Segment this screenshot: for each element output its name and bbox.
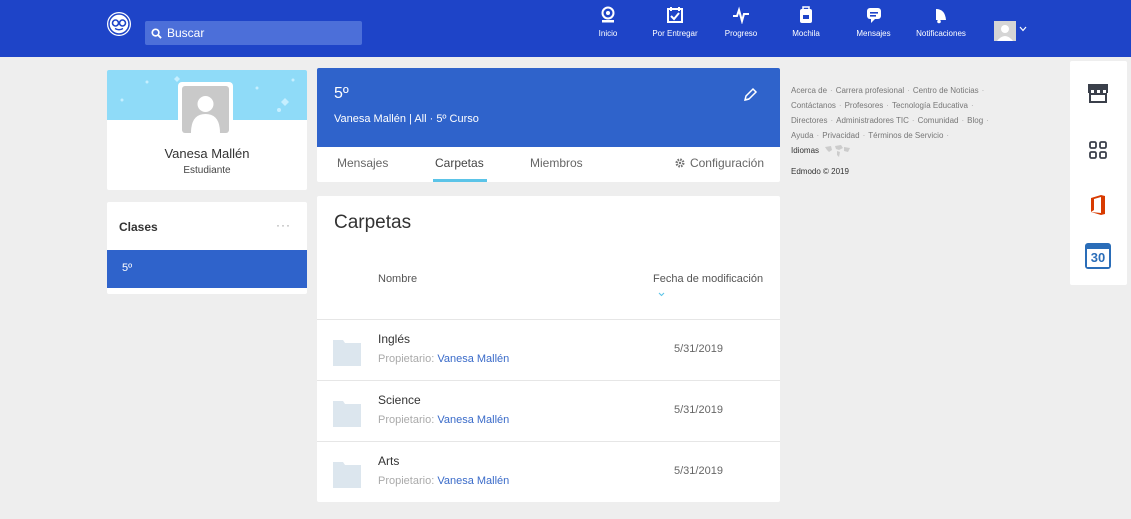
- user-avatar[interactable]: [994, 21, 1016, 41]
- folders-card: Carpetas Nombre Fecha de modificación In…: [317, 196, 780, 502]
- nav-notificaciones-label: Notificaciones: [916, 29, 966, 38]
- apps-grid-icon[interactable]: [1087, 140, 1109, 160]
- search-placeholder: Buscar: [167, 26, 205, 40]
- footer-link[interactable]: Profesores: [845, 101, 884, 110]
- owner-link[interactable]: Vanesa Mallén: [437, 414, 509, 426]
- table-row[interactable]: Arts Propietario: Vanesa Mallén 5/31/201…: [317, 441, 780, 502]
- folder-icon: [333, 340, 361, 366]
- nav-mensajes[interactable]: Mensajes: [855, 6, 892, 52]
- footer-link[interactable]: Acerca de: [791, 86, 827, 95]
- footer-link[interactable]: Privacidad: [822, 131, 859, 140]
- footer-link[interactable]: Carrera profesional: [836, 86, 904, 95]
- footer-link[interactable]: Contáctanos: [791, 101, 836, 110]
- owner-prefix: Propietario:: [378, 353, 435, 365]
- group-banner: 5º Vanesa Mallén | All · 5º Curso: [317, 68, 780, 147]
- nav-mochila[interactable]: Mochila: [792, 6, 820, 52]
- class-item-label: 5º: [122, 262, 133, 274]
- owner-prefix: Propietario:: [378, 475, 435, 487]
- language-label: Idiomas: [791, 146, 820, 155]
- profile-name[interactable]: Vanesa Mallén: [107, 146, 307, 161]
- settings-label: Configuración: [689, 156, 764, 170]
- search-icon: [151, 27, 162, 39]
- gear-icon: [675, 158, 685, 168]
- chat-icon: [866, 8, 881, 23]
- nav-mensajes-label: Mensajes: [856, 29, 891, 38]
- backpack-icon: [800, 6, 812, 23]
- nav-progreso[interactable]: Progreso: [720, 6, 762, 52]
- calendar-day: 30: [1087, 249, 1109, 267]
- search-input[interactable]: Buscar: [145, 21, 362, 45]
- chevron-down-icon[interactable]: [1019, 26, 1027, 32]
- user-icon: [182, 86, 229, 133]
- folders-title: Carpetas: [334, 212, 412, 233]
- home-icon: [601, 6, 615, 23]
- group-subtitle: Vanesa Mallén | All · 5º Curso: [334, 113, 479, 125]
- footer-link[interactable]: Ayuda: [791, 131, 814, 140]
- footer-link[interactable]: Administradores TIC: [836, 116, 909, 125]
- nav-progreso-label: Progreso: [724, 29, 758, 38]
- classes-card: Clases ··· 5º: [107, 202, 307, 294]
- owner-link[interactable]: Vanesa Mallén: [437, 475, 509, 487]
- user-icon: [994, 21, 1016, 41]
- bell-icon: [936, 9, 946, 24]
- owner-link[interactable]: Vanesa Mallén: [437, 353, 509, 365]
- footer-link[interactable]: Centro de Noticias: [913, 86, 979, 95]
- nav-mochila-label: Mochila: [792, 29, 820, 38]
- nav-por-entregar-label: Por Entregar: [652, 29, 698, 38]
- calendar-check-icon: [667, 7, 683, 23]
- folder-name[interactable]: Arts: [378, 454, 399, 468]
- top-nav-bar: Buscar Inicio Por Entregar Progreso Moch…: [0, 0, 1131, 57]
- folder-name[interactable]: Inglés: [378, 332, 410, 346]
- settings-button[interactable]: Configuración: [675, 156, 764, 170]
- sort-chevron-down-icon[interactable]: [658, 292, 665, 297]
- profile-card: Vanesa Mallén Estudiante: [107, 70, 307, 190]
- pulse-icon: [733, 6, 749, 24]
- folder-date: 5/31/2019: [674, 404, 723, 416]
- folder-date: 5/31/2019: [674, 343, 723, 355]
- office-icon[interactable]: [1089, 194, 1107, 216]
- store-icon[interactable]: [1087, 83, 1109, 103]
- world-map-icon: [825, 144, 851, 157]
- footer-links: Acerca de · Carrera profesional · Centro de …: [791, 83, 1046, 179]
- class-item[interactable]: 5º: [107, 250, 307, 288]
- folder-owner: Propietario: Vanesa Mallén: [378, 353, 509, 365]
- folder-owner: Propietario: Vanesa Mallén: [378, 475, 509, 487]
- folder-owner: Propietario: Vanesa Mallén: [378, 414, 509, 426]
- footer-link[interactable]: Comunidad: [918, 116, 959, 125]
- profile-avatar[interactable]: [178, 82, 233, 137]
- folder-icon: [333, 401, 361, 427]
- nav-inicio-label: Inicio: [598, 29, 618, 38]
- nav-notificaciones[interactable]: Notificaciones: [910, 6, 972, 52]
- folder-name[interactable]: Science: [378, 393, 421, 407]
- language-selector[interactable]: Idiomas: [791, 143, 851, 158]
- nav-por-entregar[interactable]: Por Entregar: [647, 6, 703, 52]
- pencil-icon[interactable]: [742, 87, 758, 103]
- footer-link[interactable]: Blog: [967, 116, 983, 125]
- calendar-icon[interactable]: 30: [1085, 243, 1111, 269]
- copyright: Edmodo © 2019: [791, 167, 849, 176]
- group-header-card: 5º Vanesa Mallén | All · 5º Curso Mensaj…: [317, 68, 780, 182]
- app-rail: 30: [1070, 61, 1127, 285]
- active-tab-indicator: [433, 179, 487, 182]
- table-row[interactable]: Science Propietario: Vanesa Mallén 5/31/…: [317, 380, 780, 441]
- classes-title: Clases: [119, 220, 158, 234]
- profile-role: Estudiante: [183, 165, 231, 176]
- footer-link[interactable]: Directores: [791, 116, 827, 125]
- footer-link[interactable]: Términos de Servicio: [868, 131, 943, 140]
- group-name: 5º: [334, 85, 349, 102]
- tab-carpetas[interactable]: Carpetas: [435, 156, 484, 170]
- folder-icon: [333, 462, 361, 488]
- nav-inicio[interactable]: Inicio: [596, 6, 620, 52]
- folder-date: 5/31/2019: [674, 465, 723, 477]
- classes-more-button[interactable]: ···: [276, 218, 291, 232]
- column-header-name[interactable]: Nombre: [378, 273, 417, 285]
- footer-link[interactable]: Tecnología Educativa: [892, 101, 968, 110]
- tab-mensajes[interactable]: Mensajes: [337, 156, 388, 170]
- column-header-date[interactable]: Fecha de modificación: [653, 273, 763, 285]
- edmodo-logo-icon[interactable]: [107, 12, 131, 36]
- owner-prefix: Propietario:: [378, 414, 435, 426]
- table-row[interactable]: Inglés Propietario: Vanesa Mallén 5/31/2…: [317, 319, 780, 380]
- tab-miembros[interactable]: Miembros: [530, 156, 583, 170]
